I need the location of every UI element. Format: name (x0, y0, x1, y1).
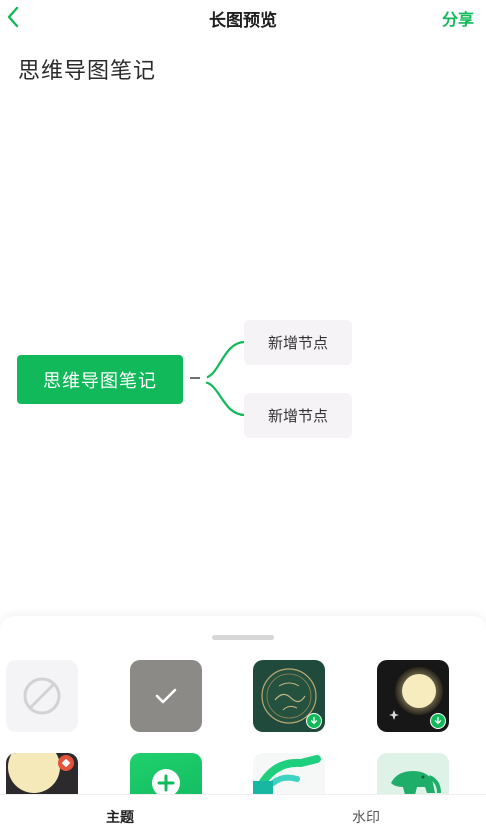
minus-icon (190, 377, 200, 379)
download-arrow-icon (434, 716, 442, 725)
theme-night-moon[interactable] (377, 660, 449, 732)
connector-bottom (202, 380, 246, 417)
theme-none[interactable] (6, 660, 78, 732)
theme-dark-green-globe[interactable] (253, 660, 325, 732)
download-badge (430, 713, 446, 729)
theme-sunrise[interactable] (6, 753, 78, 795)
note-title: 思维导图笔记 (18, 59, 157, 84)
child-node[interactable]: 新增节点 (244, 393, 352, 438)
connector-top (202, 340, 246, 380)
theme-green-tracks[interactable] (253, 753, 325, 795)
collapse-button[interactable] (183, 366, 207, 390)
download-badge (306, 713, 322, 729)
tab-theme[interactable]: 主题 (106, 807, 134, 827)
drag-handle[interactable] (212, 635, 274, 640)
mindmap-canvas: 思维导图笔记 新增节点 新增节点 (0, 300, 486, 460)
header: 长图预览 分享 (0, 0, 486, 36)
long-image-preview-screen: 长图预览 分享 思维导图笔记 思维导图笔记 新增节点 新增节点 主题 水印 (0, 0, 486, 836)
child-node[interactable]: 新增节点 (244, 320, 352, 365)
tracks-art-icon (253, 755, 321, 795)
no-theme-icon (23, 677, 61, 715)
page-title: 长图预览 (209, 11, 277, 31)
checkmark-icon (155, 688, 177, 704)
theme-gray-selected[interactable] (130, 660, 202, 732)
bottom-tabbar: 主题 水印 (0, 794, 486, 836)
elephant-icon (391, 771, 441, 795)
theme-grid (0, 660, 486, 795)
tab-watermark[interactable]: 水印 (352, 807, 380, 827)
theme-green-add[interactable] (130, 753, 202, 795)
root-node[interactable]: 思维导图笔记 (17, 355, 183, 404)
theme-green-elephant[interactable] (377, 753, 449, 795)
sun-icon (8, 753, 74, 793)
add-circle-icon (152, 769, 180, 795)
download-arrow-icon (310, 716, 318, 725)
share-button[interactable]: 分享 (442, 6, 474, 30)
